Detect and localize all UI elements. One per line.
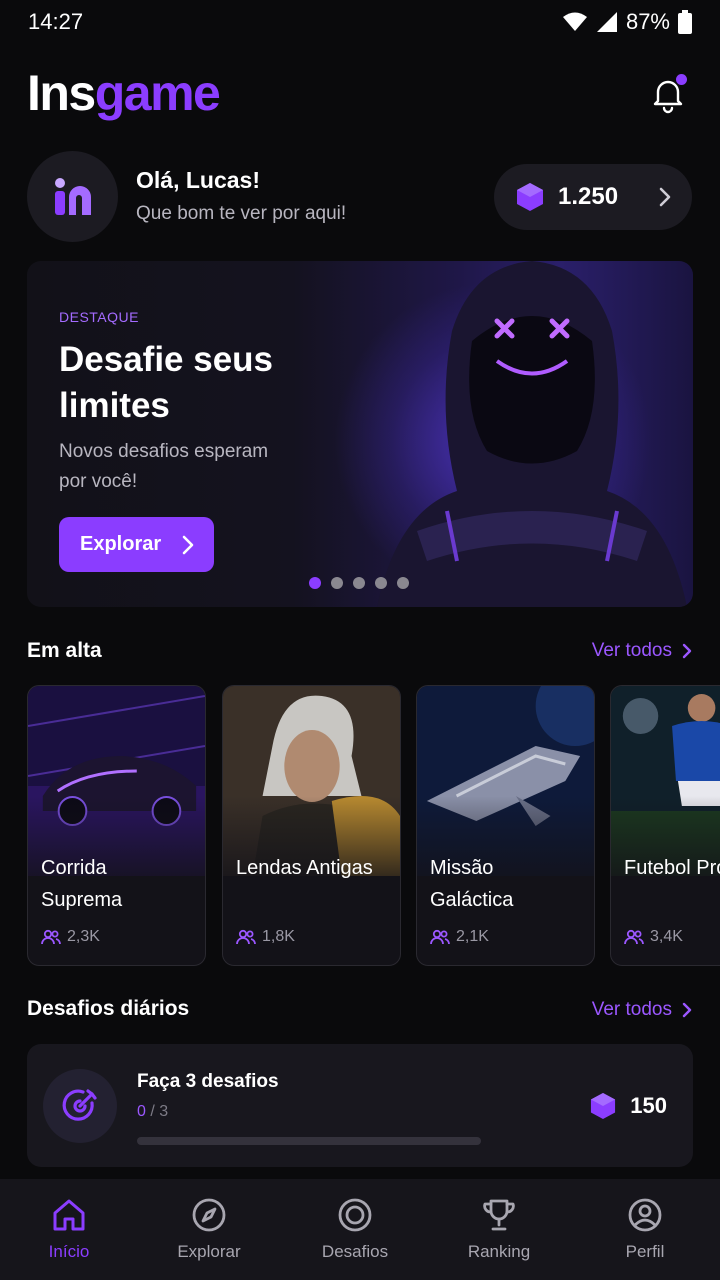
status-time: 14:27 xyxy=(28,9,84,34)
home-icon xyxy=(53,1199,85,1231)
carousel-dot[interactable] xyxy=(309,577,321,589)
game-title: Missão Galáctica xyxy=(430,857,514,911)
nav-item-perfil[interactable]: Perfil xyxy=(585,1197,705,1262)
notifications-button[interactable] xyxy=(648,74,688,114)
hooded-figure-image xyxy=(377,261,687,607)
chevron-right-icon xyxy=(682,643,692,659)
banner-subtitle: Novos desafios esperam por você! xyxy=(59,441,269,492)
game-card-missao-galactica[interactable]: Missão Galáctica 2,1K xyxy=(416,685,595,966)
target-icon xyxy=(338,1198,372,1232)
coin-balance-value: 1.250 xyxy=(558,183,619,210)
bottom-navigation: Início Explorar Desafios Ranking Perfil xyxy=(0,1179,720,1280)
player-count: 3,4K xyxy=(624,928,683,946)
game-title: Futebol Pro xyxy=(624,857,720,879)
trophy-icon xyxy=(483,1199,515,1231)
game-card-futebol-pro[interactable]: Futebol Pro 3,4K xyxy=(610,685,720,966)
status-icons: 87% xyxy=(562,9,692,35)
users-icon xyxy=(41,929,61,945)
gem-icon xyxy=(517,183,543,211)
target-arrow-icon xyxy=(62,1089,97,1121)
avatar[interactable] xyxy=(27,151,118,242)
daily-challenge-card[interactable]: Faça 3 desafios 0 / 3 150 xyxy=(27,1044,693,1167)
coin-balance-button[interactable]: 1.250 xyxy=(494,164,692,230)
game-card-corrida-suprema[interactable]: Corrida Suprema 2,3K xyxy=(27,685,206,966)
greeting-subtitle: Que bom te ver por aqui! xyxy=(136,203,347,224)
challenge-title: Faça 3 desafios xyxy=(137,1071,279,1092)
chevron-right-icon xyxy=(182,535,194,555)
battery-icon xyxy=(678,10,692,34)
carousel-dot[interactable] xyxy=(353,577,365,589)
user-icon xyxy=(628,1198,662,1232)
player-count: 2,1K xyxy=(430,928,489,946)
trending-see-all-link[interactable]: Ver todos xyxy=(592,640,692,662)
daily-see-all-link[interactable]: Ver todos xyxy=(592,999,692,1021)
game-title: Corrida Suprema xyxy=(41,857,123,911)
nav-item-desafios[interactable]: Desafios xyxy=(295,1197,415,1262)
challenge-progress-text: 0 / 3 xyxy=(137,1103,169,1120)
game-title: Lendas Antigas xyxy=(236,857,373,879)
greeting-title: Olá, Lucas! xyxy=(136,167,260,193)
carousel-dot[interactable] xyxy=(397,577,409,589)
signal-icon xyxy=(596,12,617,32)
trending-section-title: Em alta xyxy=(27,639,102,662)
gem-icon xyxy=(591,1093,616,1119)
carousel-indicator[interactable] xyxy=(309,577,409,589)
chevron-right-icon xyxy=(682,1002,692,1018)
wifi-icon xyxy=(562,12,587,31)
compass-icon xyxy=(192,1198,226,1232)
banner-title: Desafie seus limites xyxy=(59,340,274,425)
player-count: 1,8K xyxy=(236,928,295,946)
featured-banner[interactable]: DESTAQUE Desafie seus limites Novos desa… xyxy=(27,261,693,607)
battery-percent: 87% xyxy=(625,9,670,34)
notification-badge xyxy=(676,74,687,85)
challenge-progress-bar xyxy=(137,1137,481,1145)
app-logo: Insgame xyxy=(27,65,221,121)
game-card-lendas-antigas[interactable]: Lendas Antigas 1,8K xyxy=(222,685,401,966)
chevron-right-icon xyxy=(659,187,671,207)
users-icon xyxy=(236,929,256,945)
challenge-reward: 150 xyxy=(590,1092,667,1120)
challenge-icon-wrap xyxy=(43,1069,117,1143)
explore-button[interactable]: Explorar xyxy=(59,517,214,572)
status-bar: 14:27 87% xyxy=(0,0,720,44)
carousel-dot[interactable] xyxy=(331,577,343,589)
player-count: 2,3K xyxy=(41,928,100,946)
carousel-dot[interactable] xyxy=(375,577,387,589)
nav-item-explorar[interactable]: Explorar xyxy=(149,1197,269,1262)
users-icon xyxy=(624,929,644,945)
banner-tag: DESTAQUE xyxy=(59,309,139,325)
nav-item-ranking[interactable]: Ranking xyxy=(439,1197,559,1262)
users-icon xyxy=(430,929,450,945)
brand-mark-icon xyxy=(54,177,91,215)
daily-section-title: Desafios diários xyxy=(27,997,190,1020)
nav-item-inicio[interactable]: Início xyxy=(9,1197,129,1262)
